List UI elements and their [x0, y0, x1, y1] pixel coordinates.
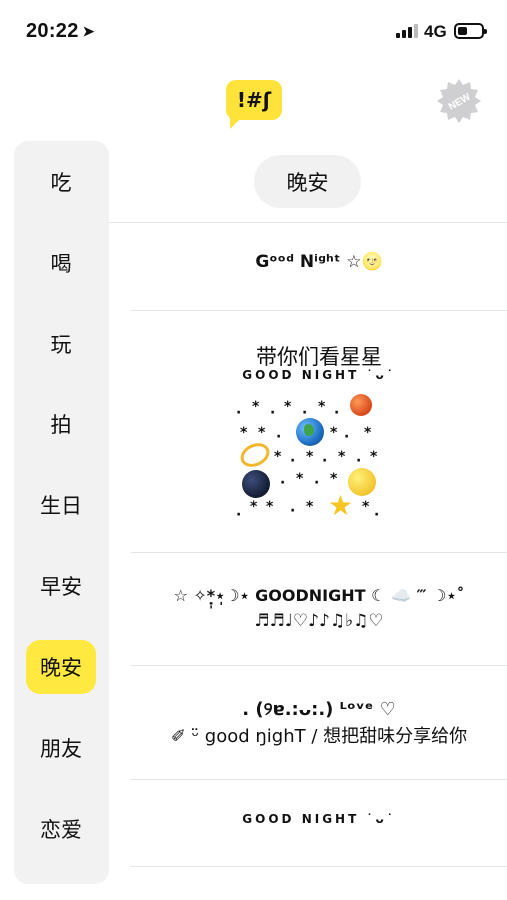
star-dot: ·: [236, 507, 242, 523]
star-dot: ·: [236, 405, 242, 421]
text-card-2-line-2[interactable]: GOOD NIGHT ˙ᴗ˙: [131, 368, 507, 382]
divider: [131, 310, 507, 311]
star-dot: *: [364, 425, 372, 441]
star-dot: *: [370, 449, 378, 465]
text-card-4-line-2[interactable]: ✐ ᵕ̈ good ŋighT / 想把甜味分享给你: [131, 722, 507, 748]
dark-moon-icon: [242, 470, 270, 498]
star-dot: *: [296, 471, 304, 487]
star-dot: *: [274, 449, 282, 465]
category-title-pill: 晚安: [254, 155, 361, 208]
sidebar-item-play[interactable]: 玩: [26, 317, 96, 371]
star-dot: ·: [280, 475, 286, 491]
divider: [131, 665, 507, 666]
sidebar-item-friends[interactable]: 朋友: [26, 721, 96, 775]
text-card-1[interactable]: Gᵒᵒᵈ Nⁱᵍʰᵗ ☆🌝: [131, 252, 507, 272]
sidebar-item-love[interactable]: 恋爱: [26, 802, 96, 856]
star-dot: *: [258, 425, 266, 441]
text-card-3-line-2[interactable]: ♬♬♩♡♪♪♫♭♫♡: [131, 611, 507, 631]
location-arrow-icon: ➤: [82, 23, 95, 39]
battery-icon: [454, 23, 487, 39]
star-dot: ·: [302, 405, 308, 421]
app-logo-text: !#ʃ: [236, 88, 272, 112]
star-dot: *: [284, 399, 292, 415]
star-dot: ·: [374, 507, 380, 523]
earth-icon: [296, 418, 324, 446]
category-sidebar: 吃 喝 玩 拍 生日 早安 晚安 朋友 恋爱: [14, 141, 109, 884]
sidebar-item-good-morning[interactable]: 早安: [26, 559, 96, 613]
sidebar-item-eat[interactable]: 吃: [26, 155, 96, 209]
network-type: 4G: [424, 22, 447, 41]
sidebar-item-drink[interactable]: 喝: [26, 236, 96, 290]
star-dot: *: [338, 449, 346, 465]
star-dot: ·: [356, 453, 362, 469]
star-dot: ·: [314, 475, 320, 491]
comet-icon: [350, 394, 372, 416]
status-time: 20:22 ➤: [26, 20, 95, 43]
divider: [131, 552, 507, 553]
star-dot: ·: [290, 503, 296, 519]
star-dot: ·: [270, 405, 276, 421]
star-dot: *: [306, 499, 314, 515]
starry-sky-emoji-art[interactable]: ★ · * · * · * · * * · * · * * · * · * · …: [230, 388, 380, 524]
status-bar: 20:22 ➤ 4G: [0, 0, 507, 62]
star-dot: *: [362, 499, 370, 515]
status-time-text: 20:22: [26, 20, 79, 42]
star-dot: ·: [322, 453, 328, 469]
star-icon: ★: [328, 489, 354, 522]
star-dot: *: [240, 425, 248, 441]
text-card-2-line-1[interactable]: 带你们看星星: [131, 341, 507, 371]
star-dot: ·: [276, 429, 282, 445]
new-badge-icon[interactable]: NEW: [436, 78, 482, 124]
star-dot: *: [250, 499, 258, 515]
sidebar-item-birthday[interactable]: 生日: [26, 478, 96, 532]
star-dot: *: [318, 399, 326, 415]
divider: [131, 779, 507, 780]
star-dot: ·: [334, 405, 340, 421]
sidebar-item-photo[interactable]: 拍: [26, 397, 96, 451]
star-dot: *: [330, 471, 338, 487]
sidebar-item-good-night[interactable]: 晚安: [26, 640, 96, 694]
divider: [131, 866, 507, 867]
text-card-3-line-1[interactable]: ☆ ✧*̣̩⋆̩☽⋆ GOODNIGHT ☾ ☁️ ‴ ☽⋆˚: [131, 586, 507, 605]
divider: [109, 222, 507, 223]
signal-strength-icon: [396, 24, 418, 38]
app-logo[interactable]: !#ʃ: [226, 80, 282, 129]
text-card-5[interactable]: GOOD NIGHT ˙ᴗ˙: [131, 812, 507, 826]
star-dot: *: [266, 499, 274, 515]
text-card-4-line-1[interactable]: . (୨ɐ.:ᴗ:.) ᴸᵒᵛᵉ ♡: [131, 699, 507, 720]
star-dot: *: [330, 425, 338, 441]
star-dot: *: [306, 449, 314, 465]
ring-icon: [236, 438, 274, 472]
star-dot: ·: [290, 453, 296, 469]
star-dot: ·: [344, 429, 350, 445]
star-dot: *: [252, 399, 260, 415]
